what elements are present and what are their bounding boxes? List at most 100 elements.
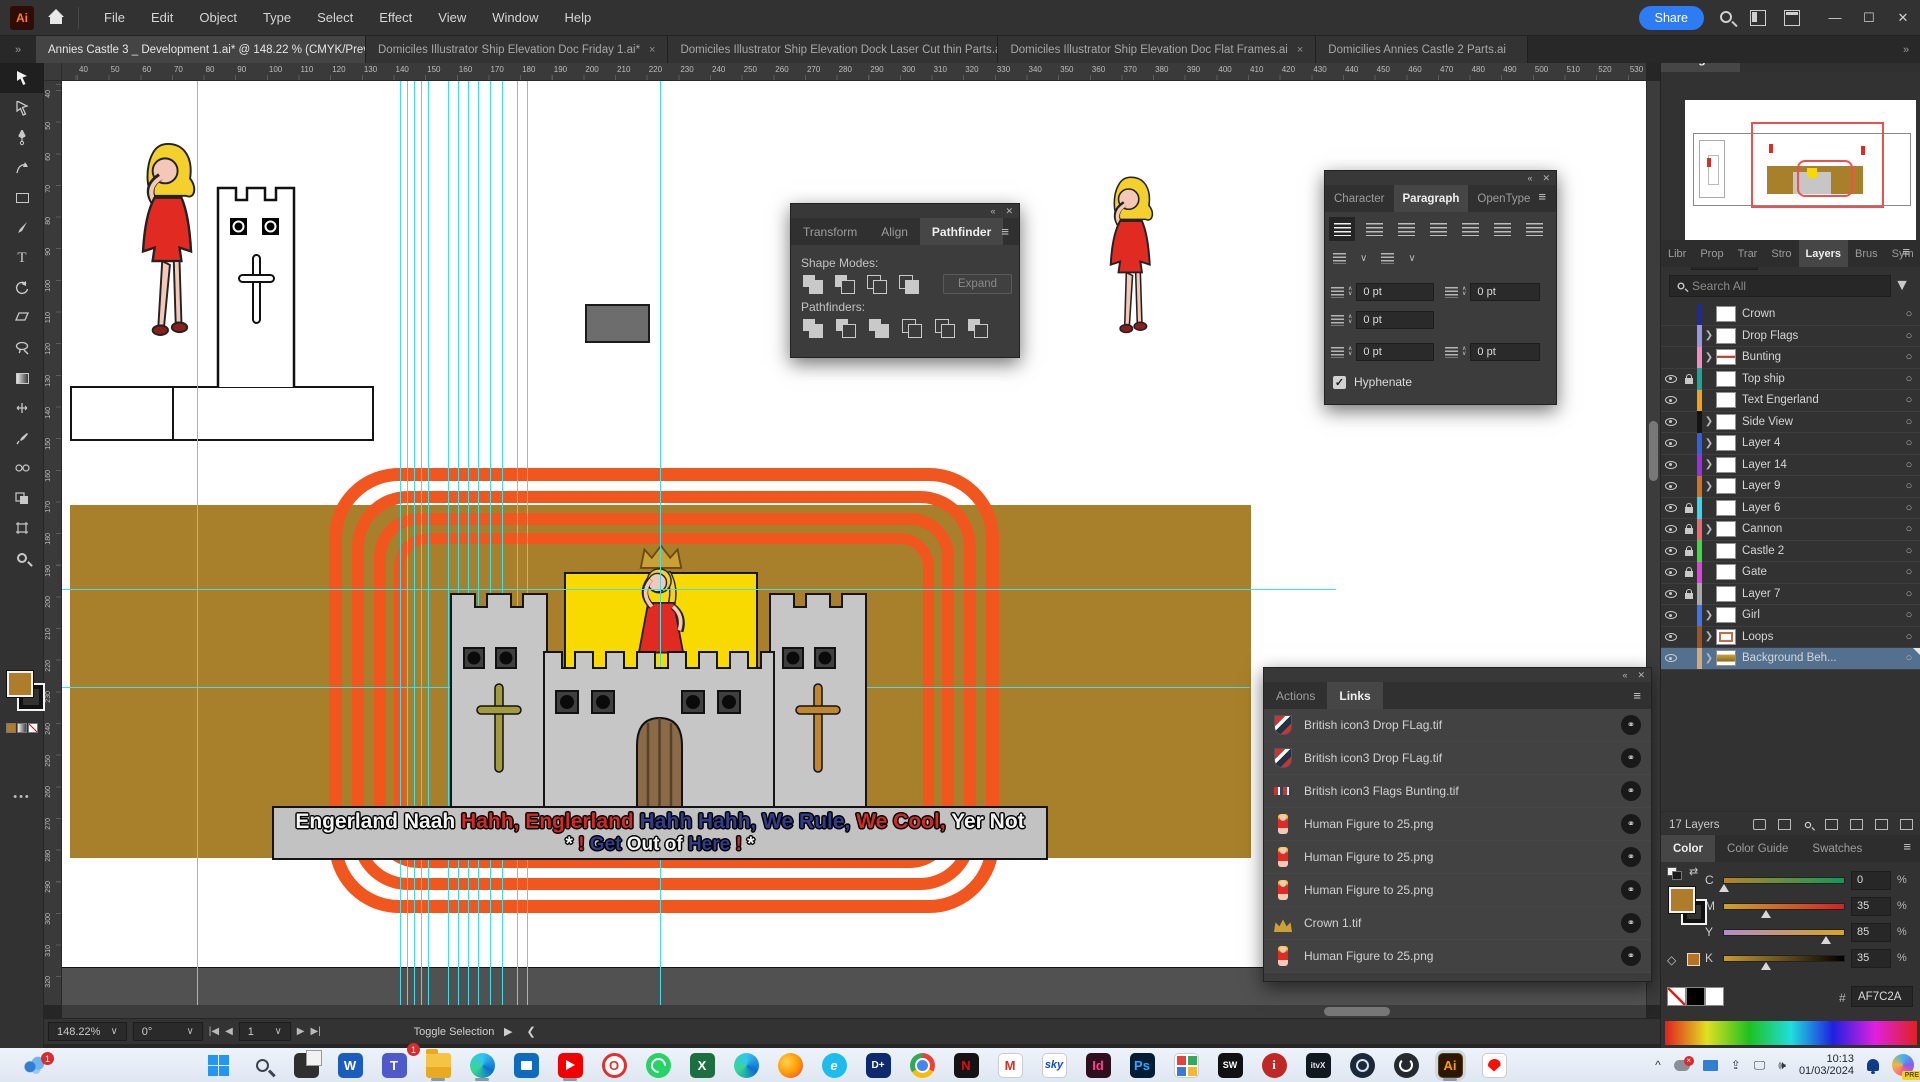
panel-tab[interactable]: Stro: [1764, 240, 1798, 267]
taskbar-app-icon[interactable]: SW: [1208, 1048, 1252, 1082]
horizontal-ruler[interactable]: 4050607080901001101201301401501601701801…: [62, 63, 1646, 81]
chevron-down-icon[interactable]: ∨: [1360, 253, 1367, 264]
stepper[interactable]: ∧∨: [1348, 287, 1352, 297]
eyedropper-tool[interactable]: [0, 423, 44, 453]
layer-expand-icon[interactable]: ❯: [1702, 459, 1716, 470]
taskbar-app-icon[interactable]: [900, 1048, 944, 1082]
justify-center-button[interactable]: [1457, 217, 1483, 241]
align-center-button[interactable]: [1361, 217, 1387, 241]
stepper[interactable]: ∧∨: [1348, 315, 1352, 325]
next-artboard-icon[interactable]: ▶: [297, 1026, 305, 1037]
minus-front-icon[interactable]: [833, 274, 857, 294]
taskbar-app-icon[interactable]: [768, 1048, 812, 1082]
panel-tab[interactable]: Swatches: [1800, 835, 1874, 862]
document-tab[interactable]: Domiciles Illustrator Ship Elevation Doc…: [366, 36, 668, 63]
close-panel-icon[interactable]: ✕: [1637, 670, 1645, 681]
gradient-icon[interactable]: [17, 723, 27, 733]
panel-tab[interactable]: Transform: [791, 218, 869, 245]
menu-item[interactable]: Effect: [366, 0, 425, 36]
layer-target-circle[interactable]: ○: [1897, 459, 1920, 471]
collapse-panel-icon[interactable]: «: [1527, 173, 1532, 183]
layer-target-circle[interactable]: ○: [1897, 394, 1920, 406]
outline-icon[interactable]: [933, 318, 957, 338]
layer-name[interactable]: Drop Flags: [1742, 330, 1897, 342]
justify-all-button[interactable]: [1521, 217, 1547, 241]
document-tab[interactable]: Annies Castle 3 _ Development 1.ai* @ 14…: [36, 36, 366, 63]
merge-icon[interactable]: [867, 318, 891, 338]
guide-vertical[interactable]: [197, 81, 198, 1005]
tower-outline-sketch[interactable]: [208, 160, 308, 388]
layer-thumbnail[interactable]: [1716, 435, 1736, 451]
link-row[interactable]: Human Figure to 25.png ⚭: [1264, 808, 1651, 841]
taskbar-app-icon[interactable]: [636, 1048, 680, 1082]
layer-lock-toggle[interactable]: [1680, 374, 1697, 384]
left-indent-input[interactable]: 0 pt: [1356, 283, 1434, 301]
collapse-panel-icon[interactable]: «: [1622, 670, 1627, 680]
platform-outline[interactable]: [70, 386, 374, 441]
taskbar-app-icon[interactable]: sky: [1032, 1048, 1076, 1082]
layer-target-circle[interactable]: ○: [1897, 588, 1920, 600]
panel-menu-icon[interactable]: ≡: [1903, 839, 1919, 854]
layer-name[interactable]: Castle 2: [1742, 545, 1897, 557]
link-chain-icon[interactable]: ⚭: [1621, 814, 1641, 834]
layer-expand-icon[interactable]: ❯: [1702, 352, 1716, 363]
guide-vertical[interactable]: [428, 81, 429, 1005]
layer-expand-icon[interactable]: ❯: [1702, 631, 1716, 642]
layer-thumbnail[interactable]: [1716, 521, 1736, 537]
white-swatch[interactable]: [1705, 987, 1724, 1006]
layer-visibility-toggle[interactable]: [1661, 461, 1680, 469]
panel-tab[interactable]: Align: [869, 218, 920, 245]
onedrive-icon[interactable]: ×: [1674, 1060, 1690, 1071]
layer-name[interactable]: Background Beh...: [1742, 652, 1897, 664]
rotation-dropdown[interactable]: 0°∨: [133, 1022, 203, 1041]
layer-name[interactable]: Side View: [1742, 416, 1897, 428]
panel-tab[interactable]: Prop: [1693, 240, 1730, 267]
divide-icon[interactable]: [801, 318, 825, 338]
panel-tab[interactable]: Actions: [1264, 682, 1327, 709]
expand-button[interactable]: Expand: [943, 274, 1012, 294]
guide-vertical[interactable]: [478, 81, 479, 1005]
usb-icon[interactable]: ⇪: [1731, 1058, 1741, 1072]
link-chain-icon[interactable]: ⚭: [1621, 913, 1641, 933]
close-panel-icon[interactable]: ✕: [1005, 206, 1013, 217]
layer-row[interactable]: ❯ Layer 4 ○: [1661, 433, 1920, 455]
status-collapse-icon[interactable]: ❮: [526, 1025, 535, 1038]
guide-vertical[interactable]: [468, 81, 469, 1005]
shape-builder-tool[interactable]: [0, 483, 44, 513]
channel-value-input[interactable]: 0: [1851, 871, 1891, 890]
menu-item[interactable]: Object: [186, 0, 250, 36]
taskbar-app-icon[interactable]: X: [680, 1048, 724, 1082]
guide-vertical[interactable]: [502, 81, 503, 1005]
taskbar-app-icon[interactable]: e: [812, 1048, 856, 1082]
gray-rectangle[interactable]: [585, 304, 650, 343]
gradient-tool[interactable]: [0, 363, 44, 393]
layer-name[interactable]: Crown: [1742, 308, 1897, 320]
hyphenate-checkbox[interactable]: ✓: [1333, 376, 1346, 389]
prev-artboard-icon[interactable]: ◀: [225, 1026, 233, 1037]
first-line-indent-input[interactable]: 0 pt: [1356, 311, 1434, 329]
link-row[interactable]: British icon3 Drop FLag.tif ⚭: [1264, 742, 1651, 775]
new-layer-icon[interactable]: [1875, 819, 1888, 830]
link-row[interactable]: Human Figure to 25.png ⚭: [1264, 841, 1651, 874]
menu-item[interactable]: Help: [551, 0, 604, 36]
taskbar-app-icon[interactable]: O: [592, 1048, 636, 1082]
right-indent-input[interactable]: 0 pt: [1470, 283, 1540, 301]
taskbar-app-icon[interactable]: [1384, 1048, 1428, 1082]
layer-target-circle[interactable]: ○: [1897, 609, 1920, 621]
layer-thumbnail[interactable]: [1716, 414, 1736, 430]
numbered-list-icon[interactable]: [1381, 253, 1394, 264]
channel-slider[interactable]: [1723, 877, 1845, 884]
taskbar-app-icon[interactable]: [196, 1048, 240, 1082]
link-row[interactable]: Crown 1.tif ⚭: [1264, 907, 1651, 940]
scrollbar-thumb[interactable]: [1649, 421, 1658, 481]
layer-visibility-toggle[interactable]: [1661, 396, 1680, 404]
layer-row[interactable]: ❯ Text Engerland ○: [1661, 390, 1920, 412]
layer-visibility-toggle[interactable]: [1661, 611, 1680, 619]
layer-name[interactable]: Text Engerland: [1742, 394, 1897, 406]
panel-menu-icon[interactable]: ≡: [1633, 688, 1649, 703]
layer-target-circle[interactable]: ○: [1897, 502, 1920, 514]
space-after-input[interactable]: 0 pt: [1470, 343, 1540, 361]
guide-vertical[interactable]: [407, 81, 408, 1005]
layer-thumbnail[interactable]: [1716, 629, 1736, 645]
layer-row[interactable]: ❯ Girl ○: [1661, 605, 1920, 627]
